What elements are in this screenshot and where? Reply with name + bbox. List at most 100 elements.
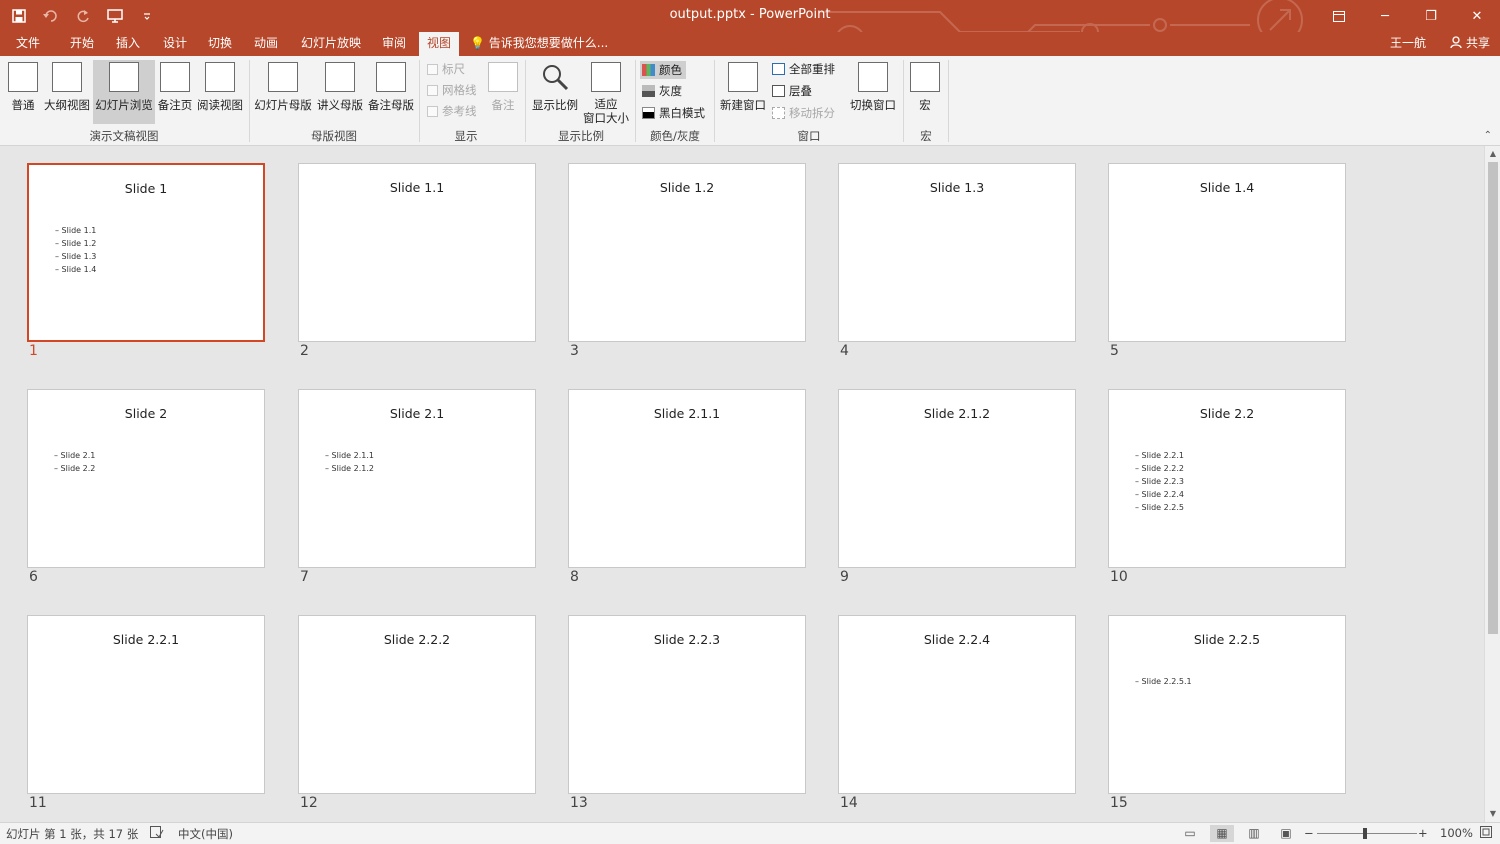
new-window-button[interactable]: 新建窗口 xyxy=(718,60,768,124)
collapse-ribbon-icon[interactable]: ⌃ xyxy=(1484,130,1492,141)
slide-thumbnail[interactable]: Slide 2.1.2 xyxy=(838,389,1076,568)
slide-bullet-list: – Slide 1.1– Slide 1.2– Slide 1.3– Slide… xyxy=(55,224,96,276)
reading-view-status-icon[interactable]: ▥ xyxy=(1242,825,1266,842)
tell-me-box[interactable]: 💡 告诉我您想要做什么... xyxy=(470,32,608,56)
ribbon-display-options-icon[interactable] xyxy=(1316,0,1362,32)
group-label-presentation-views: 演示文稿视图 xyxy=(89,129,159,143)
bullet-text: Slide 1.3 xyxy=(61,252,97,261)
slide-thumbnail[interactable]: Slide 1.4 xyxy=(1108,163,1346,342)
notes-button[interactable]: 备注 xyxy=(486,60,520,124)
guides-checkbox[interactable]: 参考线 xyxy=(427,103,477,119)
outline-view-button[interactable]: 大纲视图 xyxy=(43,60,91,124)
slide-title: Slide 1.1 xyxy=(389,180,445,195)
tab-home[interactable]: 开始 xyxy=(62,32,102,56)
handout-master-button[interactable]: 讲义母版 xyxy=(315,60,365,124)
zoom-out-button[interactable]: − xyxy=(1304,826,1314,840)
tab-view[interactable]: 视图 xyxy=(419,32,460,56)
slide-title: Slide 1.4 xyxy=(1199,180,1255,195)
color-button[interactable]: 颜色 xyxy=(640,61,686,79)
slide-thumbnail[interactable]: Slide 2.2.5 – Slide 2.2.5.1 xyxy=(1108,615,1346,794)
ruler-checkbox[interactable]: 标尺 xyxy=(427,61,465,77)
language-status[interactable]: 中文(中国) xyxy=(178,826,233,842)
slide-thumbnail[interactable]: Slide 2.2.3 xyxy=(568,615,806,794)
bullet-text: Slide 2.2.1 xyxy=(1141,451,1184,460)
switch-windows-button[interactable]: 切换窗口 xyxy=(848,60,898,124)
zoom-slider-thumb[interactable] xyxy=(1363,828,1367,839)
notes-icon xyxy=(488,62,518,92)
spell-check-icon[interactable] xyxy=(150,826,164,841)
zoom-slider[interactable] xyxy=(1317,833,1417,834)
outline-view-icon xyxy=(52,62,82,92)
slide-bullet: – Slide 2.2.2 xyxy=(1135,462,1184,475)
scroll-thumb[interactable] xyxy=(1488,162,1498,634)
slide-sorter-status-icon[interactable]: ▦ xyxy=(1210,825,1234,842)
move-split-button[interactable]: 移动拆分 xyxy=(772,105,835,121)
bullet-text: Slide 2.2.4 xyxy=(1141,490,1184,499)
tab-insert[interactable]: 插入 xyxy=(108,32,148,56)
black-and-white-button[interactable]: 黑白模式 xyxy=(642,105,705,121)
slide-bullet: – Slide 1.4 xyxy=(55,263,96,276)
slide-thumbnail[interactable]: Slide 1.3 xyxy=(838,163,1076,342)
slide-thumbnail[interactable]: Slide 2 – Slide 2.1– Slide 2.2 xyxy=(27,389,265,568)
tab-file[interactable]: 文件 xyxy=(8,32,48,56)
normal-view-button[interactable]: 普通 xyxy=(6,60,40,124)
zoom-button[interactable]: 显示比例 xyxy=(530,60,580,124)
slide-number: 12 xyxy=(300,795,318,811)
user-name[interactable]: 王一航 xyxy=(1390,32,1426,56)
tab-design[interactable]: 设计 xyxy=(155,32,195,56)
slide-thumbnail[interactable]: Slide 2.2.1 xyxy=(27,615,265,794)
tab-animations[interactable]: 动画 xyxy=(246,32,286,56)
bullet-text: Slide 2.1 xyxy=(60,451,96,460)
tab-slideshow[interactable]: 幻灯片放映 xyxy=(293,32,369,56)
slide-thumbnail[interactable]: Slide 2.2.4 xyxy=(838,615,1076,794)
close-button[interactable]: ✕ xyxy=(1454,0,1500,32)
zoom-in-button[interactable]: + xyxy=(1418,826,1428,840)
slide-thumbnail[interactable]: Slide 1.1 xyxy=(298,163,536,342)
person-icon xyxy=(1450,36,1462,49)
tab-review[interactable]: 审阅 xyxy=(374,32,414,56)
slide-master-button[interactable]: 幻灯片母版 xyxy=(253,60,313,124)
slide-count-status[interactable]: 幻灯片 第 1 张，共 17 张 xyxy=(6,826,138,842)
gridlines-checkbox[interactable]: 网格线 xyxy=(427,82,477,98)
arrange-all-button[interactable]: 全部重排 xyxy=(772,61,835,77)
slide-thumbnail[interactable]: Slide 2.1.1 xyxy=(568,389,806,568)
magnifier-icon xyxy=(540,62,570,92)
vertical-scrollbar[interactable]: ▲ ▼ xyxy=(1484,146,1500,822)
slide-thumbnail[interactable]: Slide 2.2– Slide 2.2.1– Slide 2.2.2– Sli… xyxy=(1108,389,1346,568)
share-label: 共享 xyxy=(1465,36,1490,50)
notes-page-button[interactable]: 备注页 xyxy=(156,60,194,124)
tab-transitions[interactable]: 切换 xyxy=(200,32,240,56)
group-label-master-views: 母版视图 xyxy=(311,129,357,143)
notes-master-icon xyxy=(376,62,406,92)
normal-view-status-icon[interactable]: ▭ xyxy=(1178,825,1202,842)
fit-to-window-button[interactable]: 适应 窗口大小 xyxy=(581,60,631,125)
cascade-icon xyxy=(772,85,785,97)
scroll-down-icon[interactable]: ▼ xyxy=(1485,807,1500,821)
fit-slide-icon[interactable] xyxy=(1480,826,1492,841)
bullet-text: Slide 2.2 xyxy=(60,464,96,473)
group-label-zoom: 显示比例 xyxy=(558,129,604,143)
slide-thumbnail[interactable]: Slide 2.1 – Slide 2.1.1– Slide 2.1.2 xyxy=(298,389,536,568)
reading-view-button[interactable]: 阅读视图 xyxy=(196,60,244,124)
cascade-button[interactable]: 层叠 xyxy=(772,83,812,99)
fit-to-window-icon xyxy=(591,62,621,92)
share-button[interactable]: 共享 xyxy=(1450,32,1490,56)
slide-title: Slide 1.2 xyxy=(659,180,715,195)
macros-button[interactable]: 宏 xyxy=(908,60,942,124)
slide-number: 7 xyxy=(300,569,309,585)
slide-sorter-button[interactable]: 幻灯片浏览 xyxy=(93,60,155,124)
zoom-level[interactable]: 100% xyxy=(1440,826,1473,840)
slide-title: Slide 1.3 xyxy=(929,180,985,195)
slide-thumbnail[interactable]: Slide 1.2 xyxy=(568,163,806,342)
minimize-button[interactable]: ─ xyxy=(1362,0,1408,32)
slide-thumbnail[interactable]: Slide 1 – Slide 1.1– Slide 1.2– Slide 1.3… xyxy=(27,163,265,342)
slide-thumbnail[interactable]: Slide 2.2.2 xyxy=(298,615,536,794)
slide-title: Slide 2.2 xyxy=(1199,406,1255,421)
grayscale-button[interactable]: 灰度 xyxy=(642,83,682,99)
maximize-button[interactable]: ❐ xyxy=(1408,0,1454,32)
bullet-text: Slide 2.2.2 xyxy=(1141,464,1184,473)
slideshow-status-icon[interactable]: ▣ xyxy=(1274,825,1298,842)
slide-bullet: – Slide 2.1 xyxy=(54,449,95,462)
notes-master-button[interactable]: 备注母版 xyxy=(366,60,416,124)
scroll-up-icon[interactable]: ▲ xyxy=(1485,147,1500,161)
